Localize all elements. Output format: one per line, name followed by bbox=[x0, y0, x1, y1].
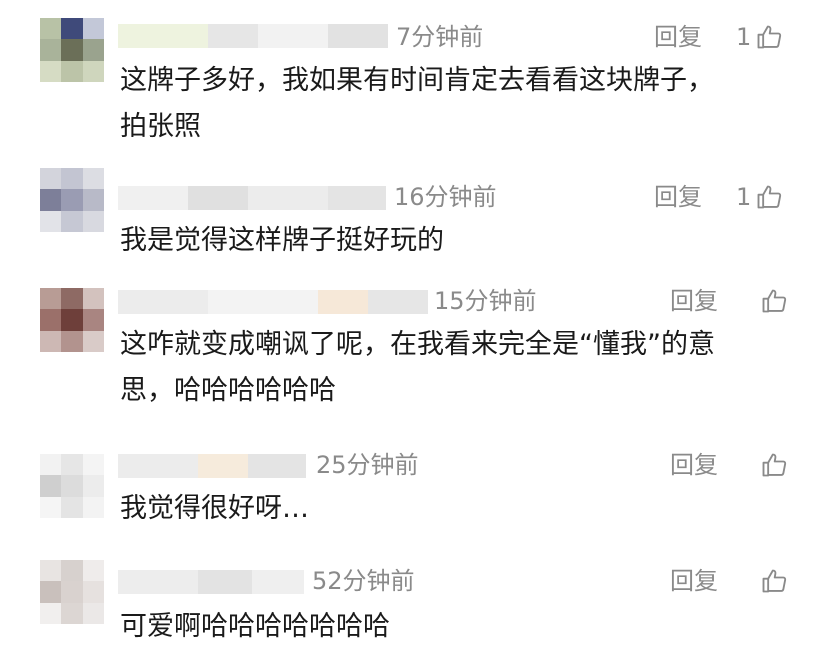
comment-text: 我是觉得这样牌子挺好玩的 bbox=[120, 218, 800, 264]
comment-text-line: 这咋就变成嘲讽了呢，在我看来完全是“懂我”的意 bbox=[120, 329, 715, 360]
reply-button[interactable]: 回复 bbox=[670, 286, 718, 316]
comment-text: 我觉得很好呀… bbox=[120, 486, 800, 532]
comment-text-line: 可爱啊哈哈哈哈哈哈哈 bbox=[120, 611, 390, 642]
thumbs-up-icon bbox=[762, 569, 787, 593]
comment-item: 15分钟前 回复 这咋就变成嘲讽了呢，在我看来完全是“懂我”的意 思，哈哈哈哈哈… bbox=[0, 272, 828, 432]
comment-time: 52分钟前 bbox=[312, 567, 415, 595]
reply-button[interactable]: 回复 bbox=[670, 566, 718, 596]
comment-text: 这牌子多好，我如果有时间肯定去看看这块牌子， 拍张照 bbox=[120, 58, 800, 150]
comment-time: 15分钟前 bbox=[434, 287, 537, 315]
username-blurred[interactable] bbox=[118, 570, 304, 594]
comment-text-line: 我是觉得这样牌子挺好玩的 bbox=[120, 225, 444, 256]
like-button[interactable] bbox=[756, 450, 788, 480]
reply-button[interactable]: 回复 bbox=[654, 22, 702, 52]
like-button[interactable]: 1 bbox=[736, 22, 783, 52]
thumbs-up-icon bbox=[757, 25, 782, 49]
avatar[interactable] bbox=[40, 168, 104, 232]
like-button[interactable] bbox=[756, 566, 788, 596]
comment-time: 25分钟前 bbox=[316, 451, 419, 479]
comment-item: 25分钟前 回复 我觉得很好呀… bbox=[0, 432, 828, 550]
reply-button[interactable]: 回复 bbox=[670, 450, 718, 480]
comment-text-line: 我觉得很好呀… bbox=[120, 493, 309, 524]
comment-item: 7分钟前 回复 1 这牌子多好，我如果有时间肯定去看看这块牌子， 拍张照 bbox=[0, 0, 828, 160]
thumbs-up-icon bbox=[762, 289, 787, 313]
comment-text-line: 思，哈哈哈哈哈哈 bbox=[120, 375, 336, 406]
comment-text-line: 拍张照 bbox=[120, 111, 201, 142]
comment-item: 16分钟前 回复 1 我是觉得这样牌子挺好玩的 bbox=[0, 160, 828, 272]
avatar[interactable] bbox=[40, 560, 104, 624]
comment-time: 7分钟前 bbox=[396, 23, 484, 51]
comment-text: 可爱啊哈哈哈哈哈哈哈 bbox=[120, 604, 800, 650]
avatar[interactable] bbox=[40, 18, 104, 82]
comment-item: 52分钟前 回复 可爱啊哈哈哈哈哈哈哈 bbox=[0, 550, 828, 657]
comment-time: 16分钟前 bbox=[394, 183, 497, 211]
username-blurred[interactable] bbox=[118, 454, 306, 478]
username-blurred[interactable] bbox=[118, 290, 428, 314]
like-count: 1 bbox=[736, 183, 752, 211]
like-count: 1 bbox=[736, 23, 752, 51]
avatar[interactable] bbox=[40, 454, 104, 518]
reply-button[interactable]: 回复 bbox=[654, 182, 702, 212]
username-blurred[interactable] bbox=[118, 24, 388, 48]
comment-text: 这咋就变成嘲讽了呢，在我看来完全是“懂我”的意 思，哈哈哈哈哈哈 bbox=[120, 322, 800, 414]
thumbs-up-icon bbox=[757, 185, 782, 209]
comment-text-line: 这牌子多好，我如果有时间肯定去看看这块牌子， bbox=[120, 65, 714, 96]
like-button[interactable]: 1 bbox=[736, 182, 783, 212]
avatar[interactable] bbox=[40, 288, 104, 352]
thumbs-up-icon bbox=[762, 453, 787, 477]
like-button[interactable] bbox=[756, 286, 788, 316]
username-blurred[interactable] bbox=[118, 186, 386, 210]
